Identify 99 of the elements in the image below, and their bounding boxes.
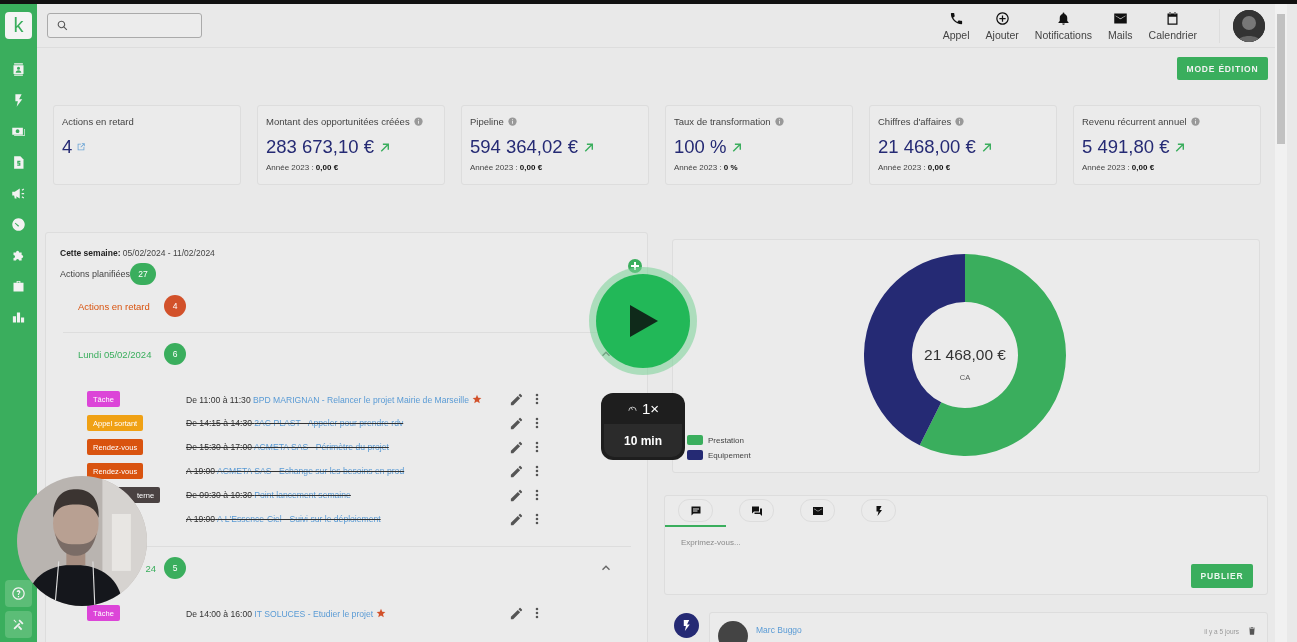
- pencil-icon: [509, 415, 524, 431]
- count-badge: 6: [164, 343, 186, 365]
- kpi-comparison: Année 2023 : 0,00 €: [878, 163, 952, 172]
- info-icon: [955, 117, 965, 126]
- task-link[interactable]: ACMETA SAS - Echange sur les besoins en prod: [217, 466, 405, 476]
- legend-label: Equipement: [708, 450, 751, 460]
- nav-button[interactable]: Calendrier: [1140, 11, 1205, 47]
- puzzle-icon: [11, 248, 26, 263]
- logo[interactable]: k: [5, 12, 32, 39]
- planned-label: Actions planifiées: [60, 269, 131, 279]
- kpi-comparison: Année 2023 : 0,00 €: [1082, 163, 1156, 172]
- kpi-title: Taux de transformation: [674, 116, 771, 127]
- donut-total: 21 468,00 €: [924, 346, 1006, 363]
- tools-icon: [11, 617, 26, 632]
- kpi-title: Pipeline: [470, 116, 504, 127]
- info-icon: [413, 117, 423, 126]
- task-link[interactable]: Point lancement semaine: [254, 490, 351, 500]
- edit-button[interactable]: [509, 415, 524, 431]
- dollar-document-icon: [11, 155, 26, 170]
- task-text: De 14:00 à 16:00 IT SOLUCES - Etudier le projet: [186, 607, 509, 619]
- task-link[interactable]: A L'Essence-Ciel - Suivi sur le déploiement: [217, 514, 381, 524]
- kpi-title: Chiffres d'affaires: [878, 116, 952, 127]
- day-label[interactable]: Lundi 05/02/2024: [78, 348, 152, 360]
- kpi-comparison: Année 2023 : 0,00 €: [470, 163, 544, 172]
- kpi-comparison: Année 2023 : 0,00 €: [266, 163, 340, 172]
- edit-mode-button[interactable]: MODE ÉDITION: [1177, 57, 1268, 80]
- edit-button[interactable]: [509, 391, 524, 407]
- kpi-comparison: Année 2023 : 0 %: [674, 163, 739, 172]
- kpi-title: Revenu récurrent annuel: [1082, 116, 1187, 127]
- kpi-value: 4: [62, 136, 73, 158]
- info-icon: [1190, 117, 1200, 126]
- bar-chart-icon: [11, 310, 26, 325]
- chat-icon: [750, 504, 763, 517]
- task-text: De 15:30 à 17:00 ACMETA SAS - Périmètre du projet: [186, 442, 390, 452]
- pencil-icon: [509, 487, 524, 503]
- kpi-value: 5 491,80 €: [1082, 136, 1170, 158]
- task-text: A 19:00 ACMETA SAS - Echange sur les besoins en prod: [186, 466, 406, 476]
- kpi-title: Actions en retard: [62, 116, 134, 127]
- pencil-icon: [509, 511, 524, 527]
- phone-icon: [948, 11, 964, 26]
- external-link-icon: [76, 142, 87, 152]
- edit-button[interactable]: [509, 463, 524, 479]
- message-field[interactable]: Exprimez-vous...: [681, 535, 1081, 549]
- speed-icon: [626, 403, 638, 414]
- task-link[interactable]: 2AC PLAST - Appeler pour prendre rdv: [254, 418, 404, 428]
- late-actions-label[interactable]: Actions en retard: [78, 300, 164, 312]
- task-link[interactable]: BPD MARIGNAN - Relancer le projet Mairie de Marseille: [253, 394, 469, 405]
- kpi-value: 21 468,00 €: [878, 136, 976, 158]
- day-label[interactable]: 24: [145, 562, 156, 574]
- pencil-icon: [509, 439, 524, 455]
- trash-icon: [1247, 626, 1257, 636]
- briefcase-icon: [11, 279, 26, 294]
- info-icon: [774, 117, 784, 126]
- search-field[interactable]: [47, 13, 202, 38]
- task-text: De 11:00 à 11:30 BPD MARIGNAN - Relancer le projet Mairie de Marseille: [186, 393, 509, 405]
- publish-button[interactable]: PUBLIER: [1191, 564, 1253, 588]
- nav-button[interactable]: Mails: [1100, 11, 1141, 47]
- kpi-title: Montant des opportunitées créées: [266, 116, 410, 127]
- scrollbar[interactable]: [1275, 4, 1287, 642]
- comment-icon: [689, 504, 702, 517]
- lightning-icon: [674, 613, 699, 638]
- pencil-icon: [509, 391, 524, 407]
- info-icon: [507, 117, 517, 126]
- search-icon: [56, 19, 69, 32]
- legend-label: Prestation: [708, 435, 745, 445]
- add-icon: [994, 11, 1010, 26]
- help-icon: [11, 586, 26, 601]
- pencil-icon: [509, 463, 524, 479]
- contact-card-icon: [11, 62, 26, 77]
- count-badge: 5: [164, 557, 186, 579]
- avatar: [718, 621, 748, 642]
- edit-button[interactable]: [509, 487, 524, 503]
- avatar[interactable]: [1233, 9, 1265, 42]
- nav-button[interactable]: Ajouter: [977, 11, 1027, 47]
- edit-button[interactable]: [509, 605, 524, 621]
- task-link[interactable]: ACMETA SAS - Périmètre du projet: [253, 442, 389, 452]
- task-text: De 09:30 à 10:30 Point lancement semaine: [186, 490, 352, 500]
- mail-icon: [811, 504, 824, 517]
- edit-button[interactable]: [509, 439, 524, 455]
- megaphone-icon: [11, 186, 26, 201]
- kpi-value: 100 %: [674, 136, 727, 158]
- nav-button[interactable]: Appel: [934, 11, 978, 47]
- count-badge: 27: [130, 263, 157, 285]
- week-range: Cette semaine: 05/02/2024 - 11/02/2024: [59, 248, 216, 258]
- kpi-value: 594 364,02 €: [470, 136, 579, 158]
- calendar-icon: [1165, 11, 1181, 26]
- video-duration: 10 min: [624, 433, 662, 448]
- edit-button[interactable]: [509, 511, 524, 527]
- count-badge: 4: [164, 295, 186, 317]
- task-text: A 19:00 A L'Essence-Ciel - Suivi sur le déploiement: [186, 514, 382, 524]
- kpi-value: 283 673,10 €: [266, 136, 375, 158]
- task-link[interactable]: IT SOLUCES - Etudier le projet: [254, 608, 374, 619]
- nav-button[interactable]: Notifications: [1026, 11, 1101, 47]
- mail-icon: [1112, 11, 1128, 26]
- playback-speed[interactable]: 1×: [641, 400, 660, 417]
- author-link[interactable]: Marc Buggo: [756, 625, 802, 635]
- pencil-icon: [509, 605, 524, 621]
- task-text: De 14:15 à 14:30 2AC PLAST - Appeler pour prendre rdv: [186, 418, 405, 428]
- gauge-icon: [11, 217, 26, 232]
